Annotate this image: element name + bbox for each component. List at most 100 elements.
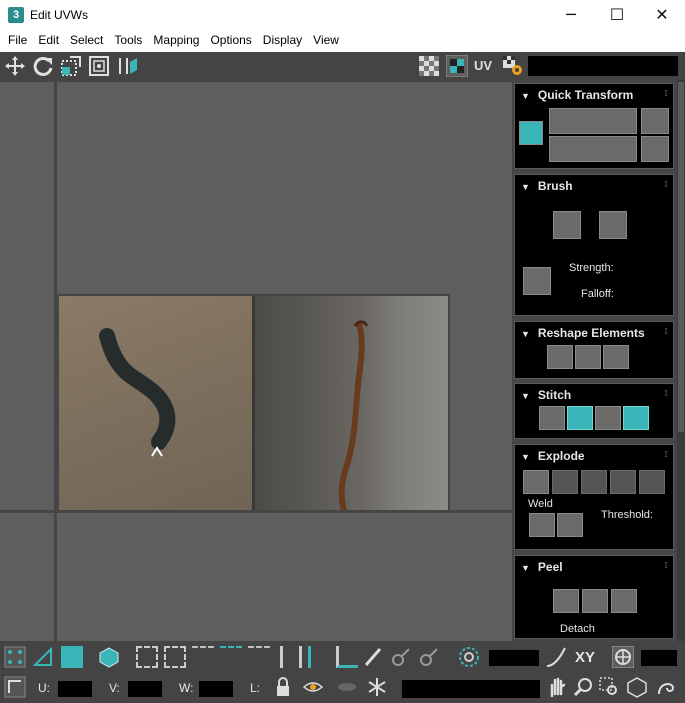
align-center-button[interactable] bbox=[519, 121, 543, 145]
brush-label: Brush bbox=[537, 179, 573, 193]
menu-options[interactable]: Options bbox=[205, 30, 256, 52]
brush-curve-icon[interactable] bbox=[523, 267, 551, 295]
w-field[interactable] bbox=[199, 681, 233, 697]
loop-select-icon[interactable] bbox=[192, 646, 214, 668]
brush-rollout: ▼ Brush ⁞⁞ Strength: Falloff: bbox=[514, 174, 674, 316]
visibility-icon[interactable] bbox=[302, 676, 324, 698]
falloff-curve-icon[interactable] bbox=[545, 646, 567, 668]
zoom-extents-icon[interactable] bbox=[626, 676, 648, 698]
world-icon[interactable] bbox=[612, 646, 634, 668]
weld-selected-button[interactable] bbox=[610, 470, 636, 494]
scale-icon[interactable] bbox=[60, 55, 82, 77]
uv-field[interactable] bbox=[528, 56, 678, 76]
freeze-icon[interactable] bbox=[366, 676, 388, 698]
close-button[interactable]: ✕ bbox=[639, 0, 685, 30]
lock-icon[interactable] bbox=[272, 676, 294, 698]
grip-icon: ⁞⁞ bbox=[664, 561, 669, 570]
pin-add-icon[interactable] bbox=[308, 646, 330, 668]
pattern-icon[interactable] bbox=[446, 55, 468, 77]
relax-button[interactable] bbox=[575, 345, 601, 369]
pan-icon[interactable] bbox=[546, 676, 568, 698]
menu-tools[interactable]: Tools bbox=[109, 30, 147, 52]
maximize-button[interactable]: ☐ bbox=[594, 0, 640, 30]
falloff-field[interactable] bbox=[489, 650, 539, 666]
grip-icon: ⁞⁞ bbox=[664, 327, 669, 336]
u-field[interactable] bbox=[58, 681, 92, 697]
panel-scrollbar[interactable] bbox=[677, 80, 685, 641]
detach-label: Detach bbox=[560, 623, 595, 635]
settings-icon[interactable] bbox=[502, 55, 524, 77]
weld-threshold-button[interactable] bbox=[557, 513, 583, 537]
relax-settings-button[interactable] bbox=[603, 345, 629, 369]
freeform-icon[interactable] bbox=[88, 55, 110, 77]
align-row1-button[interactable] bbox=[549, 108, 637, 134]
ring-select-icon[interactable] bbox=[220, 646, 242, 668]
move-icon[interactable] bbox=[4, 55, 26, 77]
texture-illustration bbox=[99, 320, 369, 510]
pin-remove-icon[interactable] bbox=[336, 646, 358, 668]
peel-title[interactable]: ▼ Peel bbox=[521, 560, 563, 574]
world-field[interactable] bbox=[641, 650, 677, 666]
peel-rollout: ▼ Peel ⁞⁞ Detach bbox=[514, 555, 674, 639]
align-row2-button[interactable] bbox=[549, 136, 637, 162]
break-button[interactable] bbox=[523, 470, 549, 494]
stitch-custom-button[interactable] bbox=[539, 406, 565, 430]
mirror-icon[interactable] bbox=[116, 55, 138, 77]
edge-select-icon[interactable] bbox=[32, 646, 54, 668]
reshape-title[interactable]: ▼ Reshape Elements bbox=[521, 326, 645, 340]
menu-file[interactable]: File bbox=[3, 30, 32, 52]
explode-button[interactable] bbox=[552, 470, 578, 494]
relax-brush-icon[interactable] bbox=[599, 211, 627, 239]
menu-mapping[interactable]: Mapping bbox=[148, 30, 204, 52]
selection-set-field[interactable] bbox=[402, 680, 540, 698]
xy-label[interactable]: XY bbox=[575, 649, 595, 666]
bottom-toolbar-2: U: V: W: L: bbox=[0, 673, 685, 703]
menu-view[interactable]: View bbox=[308, 30, 344, 52]
uv-viewport[interactable] bbox=[0, 80, 512, 641]
menu-edit[interactable]: Edit bbox=[33, 30, 64, 52]
snap-icon[interactable] bbox=[655, 676, 677, 698]
explode-title[interactable]: ▼ Explode bbox=[521, 449, 585, 463]
minimize-button[interactable]: ─ bbox=[548, 0, 594, 30]
title-bar: 3 Edit UVWs ─ ☐ ✕ bbox=[0, 0, 685, 30]
stitch-title[interactable]: ▼ Stitch bbox=[521, 388, 571, 402]
loop-grow-icon[interactable] bbox=[248, 646, 270, 668]
brush-title[interactable]: ▼ Brush bbox=[521, 179, 573, 193]
scrollbar-thumb[interactable] bbox=[678, 82, 684, 432]
space-horizontal-button[interactable] bbox=[641, 108, 669, 134]
zoom-region-icon[interactable] bbox=[598, 676, 620, 698]
grow-select-icon[interactable] bbox=[136, 646, 158, 668]
element-select-icon[interactable] bbox=[98, 646, 120, 668]
shrink-select-icon[interactable] bbox=[164, 646, 186, 668]
quick-transform-title[interactable]: ▼ Quick Transform bbox=[521, 88, 633, 102]
paint-select-icon[interactable] bbox=[362, 646, 384, 668]
flatten-button[interactable] bbox=[581, 470, 607, 494]
weld-all-button[interactable] bbox=[639, 470, 665, 494]
space-vertical-button[interactable] bbox=[641, 136, 669, 162]
paint-grow-icon[interactable] bbox=[390, 646, 412, 668]
peel-mode-button[interactable] bbox=[582, 589, 608, 613]
straighten-button[interactable] bbox=[547, 345, 573, 369]
menu-display[interactable]: Display bbox=[258, 30, 307, 52]
quick-peel-button[interactable] bbox=[553, 589, 579, 613]
stitch-average-button[interactable] bbox=[595, 406, 621, 430]
soft-select-icon[interactable] bbox=[458, 646, 480, 668]
menu-select[interactable]: Select bbox=[65, 30, 108, 52]
zoom-icon[interactable] bbox=[572, 676, 594, 698]
reset-peel-button[interactable] bbox=[611, 589, 637, 613]
pin-select-icon[interactable] bbox=[280, 646, 302, 668]
paint-shrink-icon[interactable] bbox=[418, 646, 440, 668]
v-field[interactable] bbox=[128, 681, 162, 697]
u-label: U: bbox=[38, 681, 50, 695]
paint-move-icon[interactable] bbox=[553, 211, 581, 239]
hide-icon[interactable] bbox=[336, 676, 358, 698]
polygon-select-icon[interactable] bbox=[61, 646, 83, 668]
transform-mode-icon[interactable] bbox=[4, 676, 26, 698]
stitch-to-source-button[interactable] bbox=[623, 406, 649, 430]
grip-icon: ⁞⁞ bbox=[664, 389, 669, 398]
weld-target-button[interactable] bbox=[529, 513, 555, 537]
checker-icon[interactable] bbox=[418, 55, 440, 77]
rotate-icon[interactable] bbox=[32, 55, 54, 77]
stitch-to-target-button[interactable] bbox=[567, 406, 593, 430]
vertex-select-icon[interactable] bbox=[4, 646, 26, 668]
